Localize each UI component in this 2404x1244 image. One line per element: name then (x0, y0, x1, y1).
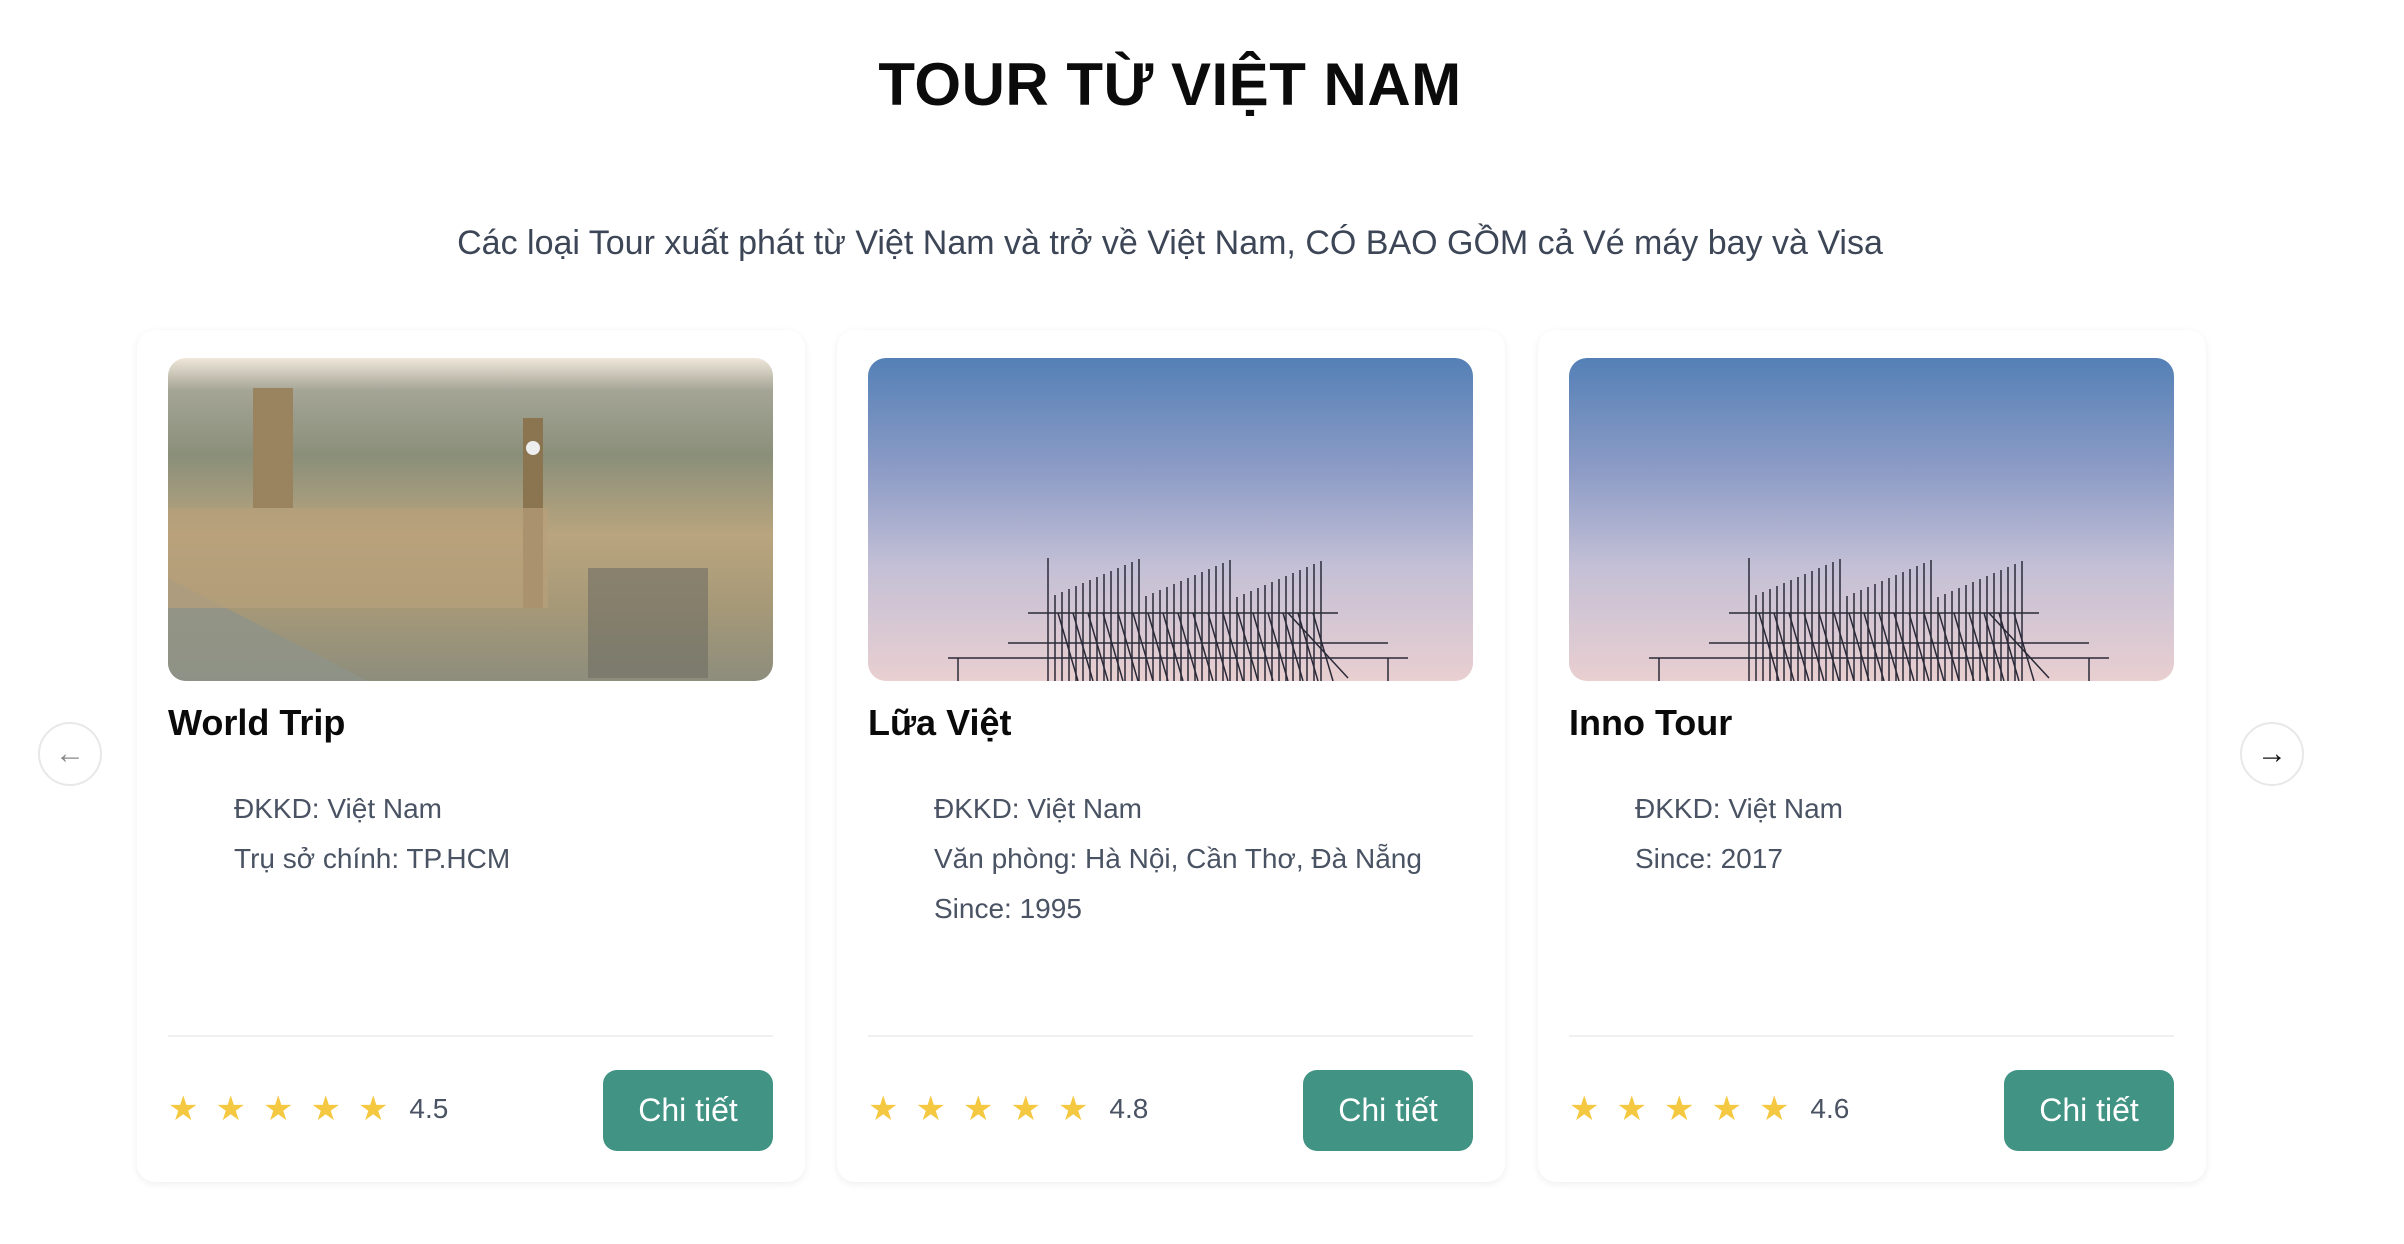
star-icon: ★ (1663, 1090, 1695, 1128)
tour-card-1: World Trip ĐKKD: Việt Nam Trụ sở chính: T… (137, 330, 805, 1182)
tour-name: Inno Tour (1569, 702, 1733, 743)
rating-value: 4.8 (1109, 1093, 1149, 1124)
page-subtitle: Các loại Tour xuất phát từ Việt Nam và t… (457, 224, 1883, 262)
star-icon: ★ (1711, 1090, 1742, 1128)
rating: ★ ★ ★ ★ ★ 4.5 (168, 1092, 448, 1126)
carousel-next-button[interactable]: → (2240, 722, 2304, 786)
info-line: Since: 1995 (934, 893, 1082, 924)
tour-card-3: Inno Tour ĐKKD: Việt Nam Since: 2017 ★ ★ ★ ★… (1538, 330, 2206, 1182)
info-line: Since: 2017 (1635, 843, 1783, 874)
info-line: ĐKKD: Việt Nam (234, 793, 442, 824)
rating: ★ ★ ★ ★ ★ 4.8 (868, 1092, 1148, 1126)
details-button[interactable]: Chi tiết (1303, 1070, 1473, 1151)
arrow-right-icon: → (2257, 737, 2287, 770)
details-button[interactable]: Chi tiết (603, 1070, 773, 1151)
info-line: ĐKKD: Việt Nam (1635, 793, 1843, 824)
divider (168, 1035, 773, 1037)
tour-image (168, 358, 773, 681)
tour-info: ĐKKD: Việt Nam Since: 2017 (1635, 784, 2135, 884)
info-line: Trụ sở chính: TP.HCM (234, 843, 511, 874)
details-button[interactable]: Chi tiết (2004, 1070, 2174, 1151)
tour-image (868, 358, 1473, 681)
rating: ★ ★ ★ ★ ★ 4.6 (1569, 1092, 1849, 1126)
star-icon: ★ (310, 1090, 341, 1128)
page-title: TOUR TỪ VIỆT NAM (878, 51, 1462, 118)
rating-value: 4.6 (1810, 1093, 1850, 1124)
star-icon: ★ (1758, 1090, 1790, 1128)
star-icon: ★ (357, 1090, 389, 1128)
tour-image (1569, 358, 2174, 681)
star-icon: ★ (1057, 1090, 1089, 1128)
info-line: ĐKKD: Việt Nam (934, 793, 1142, 824)
star-icon: ★ (1616, 1090, 1647, 1128)
star-icon: ★ (915, 1090, 946, 1128)
tour-name: Lữa Việt (868, 702, 1012, 743)
star-icon: ★ (868, 1090, 899, 1128)
info-line: Văn phòng: Hà Nội, Cần Thơ, Đà Nẵng (934, 843, 1422, 874)
star-icon: ★ (962, 1090, 994, 1128)
star-icon: ★ (215, 1090, 246, 1128)
star-icon: ★ (262, 1090, 294, 1128)
rating-value: 4.5 (409, 1093, 449, 1124)
divider (1569, 1035, 2174, 1037)
tour-info: ĐKKD: Việt Nam Trụ sở chính: TP.HCM (234, 784, 734, 884)
divider (868, 1035, 1473, 1037)
star-icon: ★ (1010, 1090, 1041, 1128)
star-icon: ★ (168, 1090, 199, 1128)
arrow-left-icon: ← (55, 737, 85, 770)
carousel-prev-button[interactable]: ← (38, 722, 102, 786)
tour-card-2: Lữa Việt ĐKKD: Việt Nam Văn phòng: Hà Nội… (837, 330, 1505, 1182)
star-icon: ★ (1569, 1090, 1600, 1128)
tour-name: World Trip (168, 702, 346, 743)
tour-info: ĐKKD: Việt Nam Văn phòng: Hà Nội, Cần Thơ… (934, 784, 1434, 934)
